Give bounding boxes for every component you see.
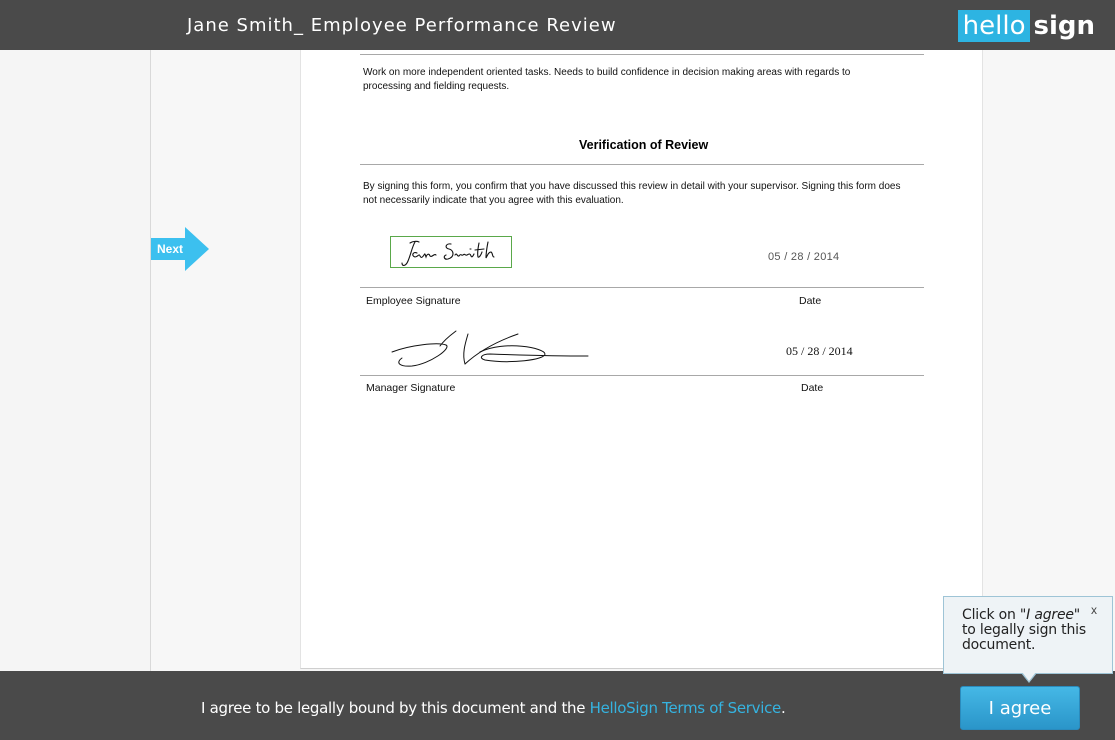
top-bar: Jane Smith_ Employee Performance Review … [0,0,1115,51]
agreement-text: I agree to be legally bound by this docu… [201,699,590,717]
legal-agreement-text: I agree to be legally bound by this docu… [201,699,786,717]
employee-date-value: 05 / 28 / 2014 [768,251,840,263]
i-agree-button[interactable]: I agree [960,686,1080,730]
comments-text-line1: Work on more independent oriented tasks.… [363,67,851,78]
employee-signature-field[interactable] [390,236,512,268]
divider [360,164,924,165]
verification-heading: Verification of Review [579,138,709,152]
logo-hello: hello [957,10,1031,42]
agree-tooltip: Click on "I agree" to legally sign this … [943,596,1113,674]
divider [360,54,924,55]
manager-date-label: Date [801,382,824,394]
terms-of-service-link[interactable]: HelloSign Terms of Service [590,699,782,717]
tooltip-text-pre: Click on " [962,607,1027,623]
tooltip-text-emphasis: I agree [1026,607,1074,623]
comments-text-line2: processing and fielding requests. [363,81,510,92]
tooltip-text: Click on "I agree" to legally sign this … [962,608,1087,653]
manager-signature-image [391,330,589,367]
manager-date-value: 05 / 28 / 2014 [786,344,853,358]
divider [360,287,924,288]
agreement-period: . [780,699,786,717]
employee-signature-image [401,240,495,266]
left-rail [0,50,151,671]
verification-text-line1: By signing this form, you confirm that y… [363,181,901,192]
tooltip-close-icon[interactable]: x [1091,603,1097,617]
employee-signature-label: Employee Signature [366,295,461,307]
employee-date-label: Date [799,295,822,307]
divider [360,375,924,376]
hellosign-logo: hello sign [957,10,1095,42]
manager-signature-label: Manager Signature [366,382,456,394]
next-button-label[interactable]: Next [157,242,183,256]
right-gutter [981,50,1115,671]
left-gutter [151,50,300,671]
tooltip-tail-inner [1022,672,1036,681]
verification-text-line2: not necessarily indicate that you agree … [363,195,624,206]
document-title: Jane Smith_ Employee Performance Review [187,15,617,36]
logo-sign: sign [1033,11,1095,41]
